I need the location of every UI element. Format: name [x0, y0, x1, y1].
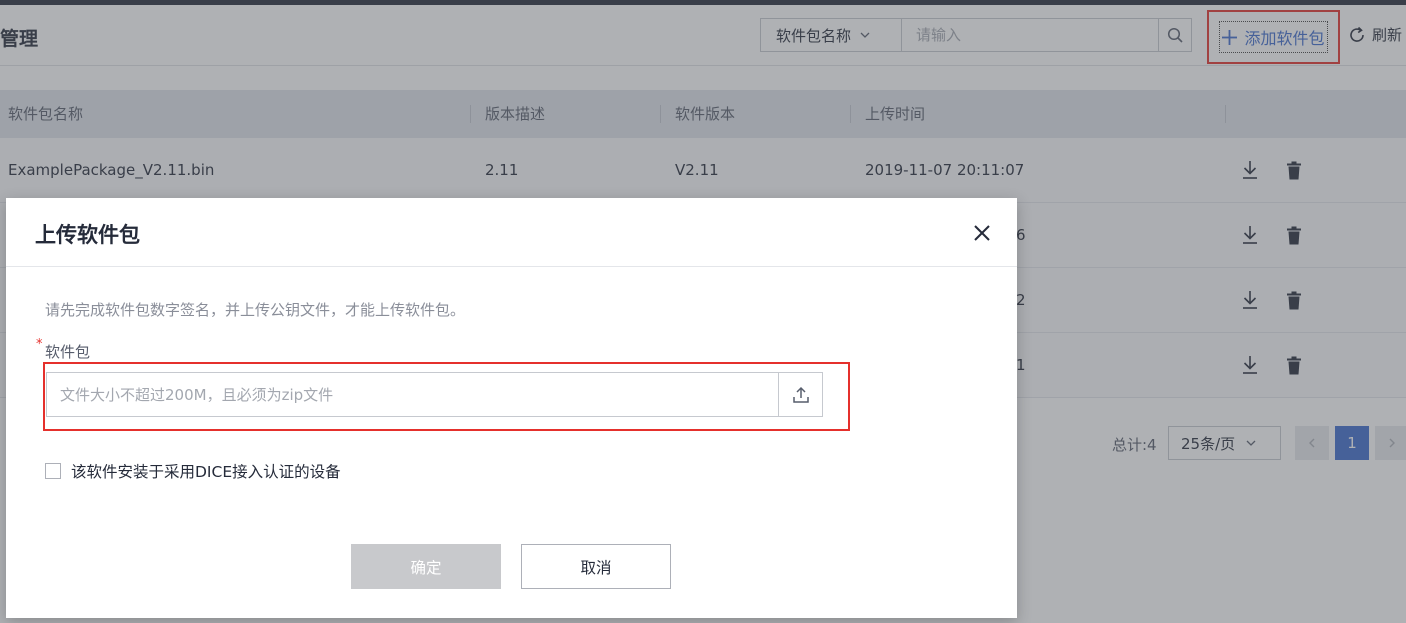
close-icon	[974, 225, 990, 241]
required-mark: *	[36, 337, 43, 352]
dialog-title: 上传软件包	[35, 223, 140, 247]
dialog-hint: 请先完成软件包数字签名，并上传公钥文件，才能上传软件包。	[45, 301, 466, 319]
software-package-management-page: 管理 软件包名称 添加软件包 刷新 软件包名称 版本描述 软件版本 上传时间	[0, 0, 1406, 623]
package-file-input[interactable]	[47, 373, 778, 416]
upload-button[interactable]	[778, 373, 822, 416]
upload-icon	[792, 386, 809, 403]
confirm-button[interactable]: 确定	[351, 544, 501, 589]
package-file-field	[46, 372, 823, 417]
package-field-label: 软件包	[45, 343, 91, 361]
upload-package-dialog: 上传软件包 请先完成软件包数字签名，并上传公钥文件，才能上传软件包。 * 软件包…	[6, 198, 1017, 618]
dice-device-checkbox[interactable]	[45, 463, 61, 479]
dice-device-option[interactable]: 该软件安装于采用DICE接入认证的设备	[45, 460, 341, 482]
dialog-header: 上传软件包	[6, 198, 1017, 267]
dice-device-checkbox-label: 该软件安装于采用DICE接入认证的设备	[71, 463, 341, 481]
cancel-button[interactable]: 取消	[521, 544, 671, 589]
close-button[interactable]	[970, 221, 994, 245]
